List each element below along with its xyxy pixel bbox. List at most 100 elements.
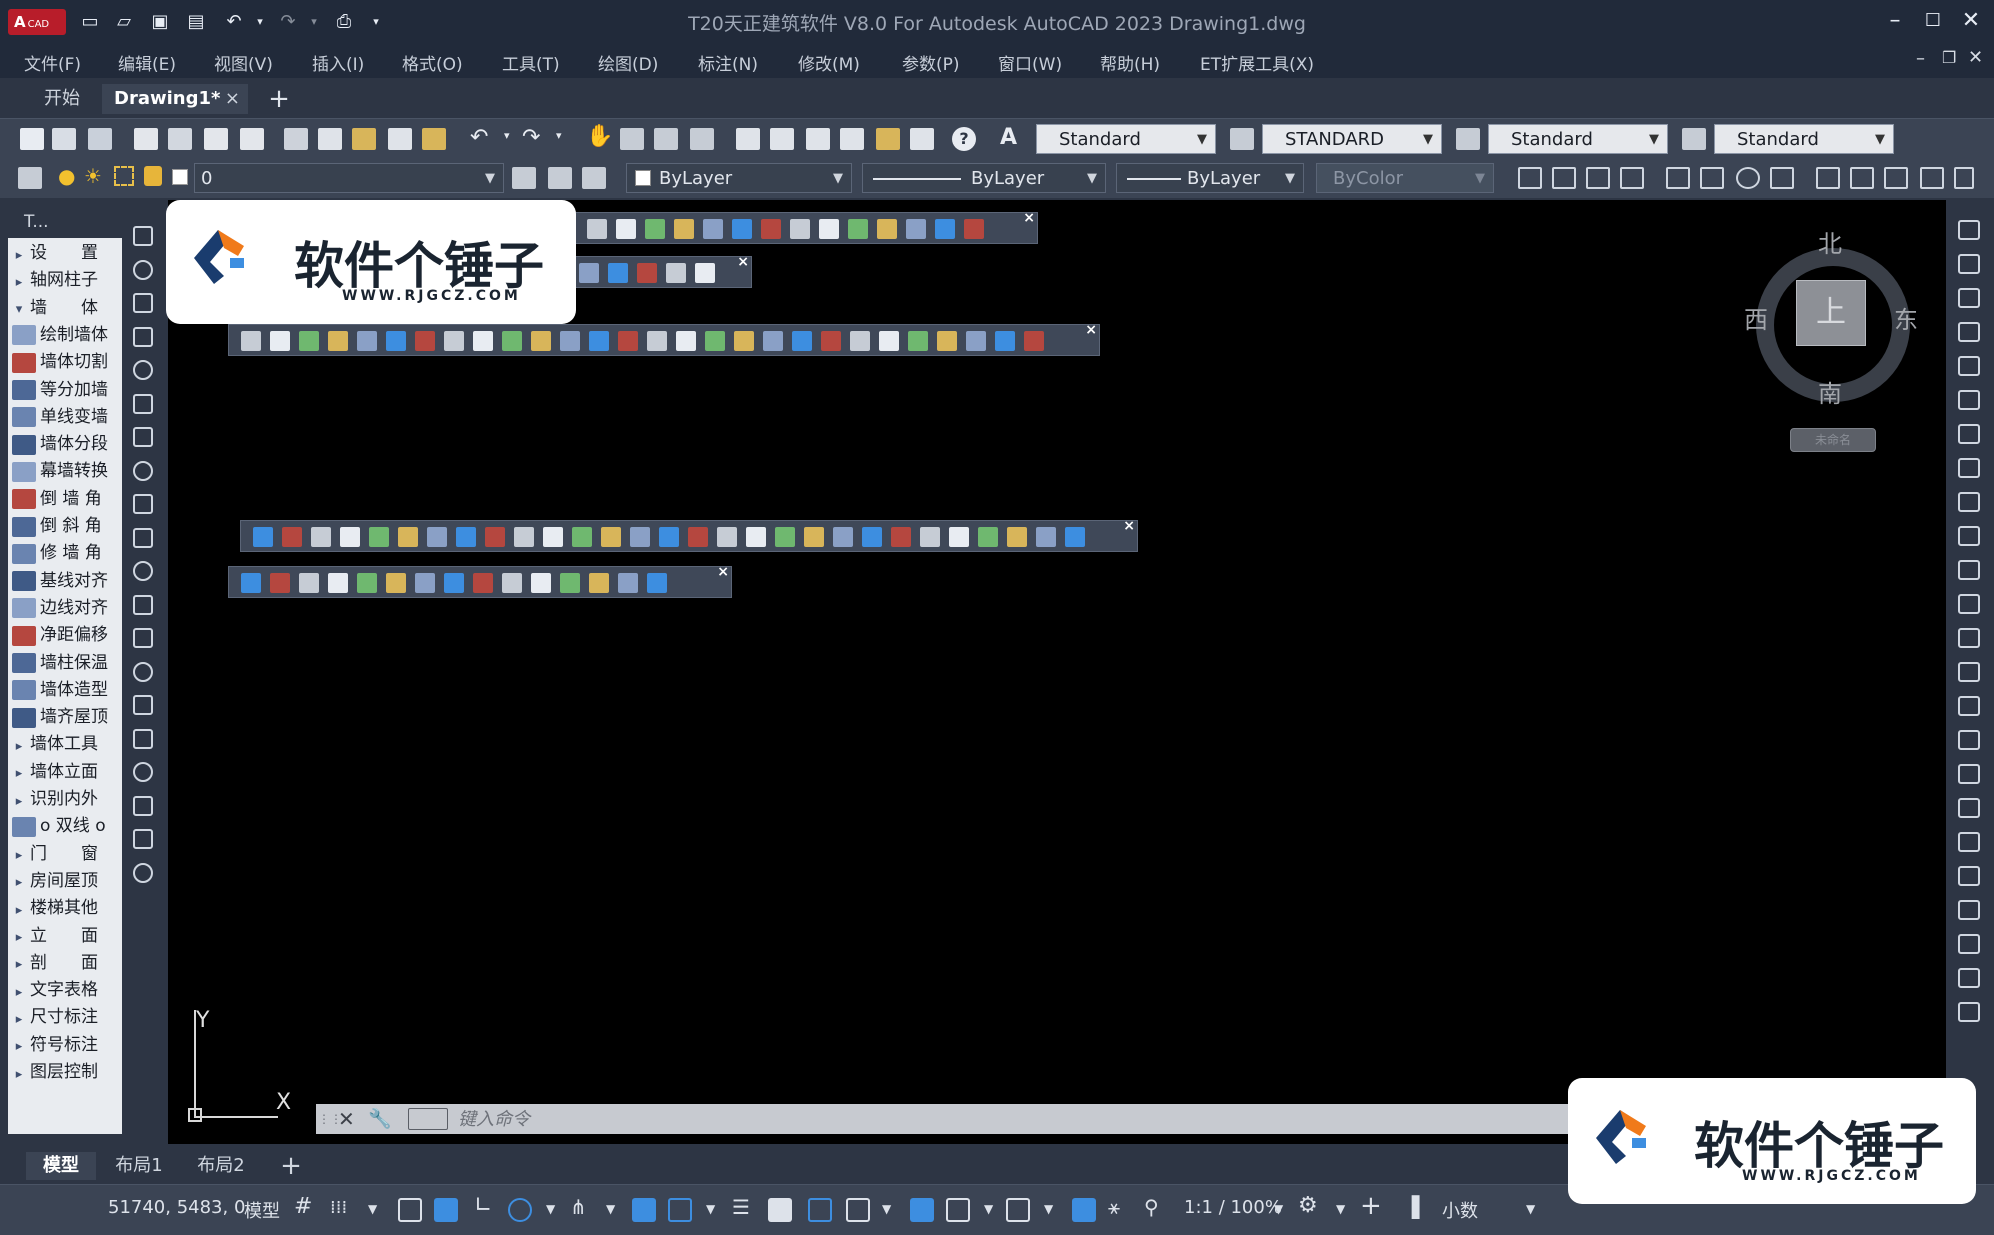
- undo-dropdown-icon[interactable]: ▾: [248, 10, 272, 34]
- filter-dropdown-icon[interactable]: ▼: [984, 1202, 993, 1216]
- toolbar-close-icon[interactable]: ×: [1085, 322, 1097, 338]
- dim-diameter-icon[interactable]: [1736, 167, 1760, 189]
- tarch-tool-icon[interactable]: [1007, 527, 1027, 547]
- tarch-tool-icon[interactable]: [966, 331, 986, 351]
- tarch-tool-icon[interactable]: [253, 527, 273, 547]
- menu-help[interactable]: 帮助(H): [1100, 50, 1160, 75]
- palette-item[interactable]: 绘制墙体: [8, 322, 122, 349]
- tarch-tool-icon[interactable]: [761, 219, 781, 239]
- dim-break-icon[interactable]: [1954, 167, 1974, 189]
- tarch-tool-icon[interactable]: [328, 573, 348, 593]
- table-style-select[interactable]: Standard ▼: [1488, 124, 1668, 154]
- eTransmit-icon[interactable]: [240, 128, 264, 150]
- tarch-tool-icon[interactable]: [850, 331, 870, 351]
- dim-ordinate-icon[interactable]: [1620, 167, 1644, 189]
- tarch-tool-icon[interactable]: [862, 527, 882, 547]
- tarch-tool-icon[interactable]: [241, 573, 261, 593]
- snap-dropdown-icon[interactable]: ▼: [368, 1202, 377, 1216]
- palette-item[interactable]: 倒 墙 角: [8, 486, 122, 513]
- palette-item[interactable]: ▸ 立 面: [8, 923, 122, 950]
- toolbar-close-icon[interactable]: ×: [1023, 210, 1035, 226]
- tarch-tool-icon[interactable]: [676, 331, 696, 351]
- markup-icon[interactable]: [876, 128, 900, 150]
- tarch-tool-icon[interactable]: [645, 219, 665, 239]
- plotstyle-select[interactable]: ByColor ▼: [1316, 163, 1494, 193]
- pan-icon[interactable]: ✋: [586, 124, 613, 149]
- tarch-tool-icon[interactable]: [270, 331, 290, 351]
- tarch-tool-icon[interactable]: [705, 331, 725, 351]
- command-recent-icon[interactable]: [408, 1108, 448, 1130]
- coordinates-readout[interactable]: 51740, 5483, 0: [108, 1197, 245, 1218]
- palette-item[interactable]: 墙齐屋顶: [8, 704, 122, 731]
- ortho-icon[interactable]: ∟: [474, 1193, 492, 1218]
- ellipse-icon[interactable]: [133, 527, 153, 548]
- close-icon[interactable]: ✕: [1956, 6, 1986, 36]
- rectangle-icon[interactable]: [133, 360, 153, 380]
- join-icon[interactable]: [1958, 662, 1980, 682]
- tarch-tool-icon[interactable]: [502, 331, 522, 351]
- new-file-icon[interactable]: ▭: [78, 10, 102, 34]
- insert-block-icon[interactable]: [133, 594, 153, 615]
- app-logo[interactable]: A CAD: [8, 9, 66, 35]
- isodraft-dropdown-icon[interactable]: ▼: [606, 1202, 615, 1216]
- model-space-toggle[interactable]: 模型: [244, 1197, 280, 1223]
- palette-item[interactable]: 等分加墙: [8, 377, 122, 404]
- ellipse-arc-icon[interactable]: [133, 561, 153, 581]
- toolbar-close-icon[interactable]: ×: [717, 564, 729, 580]
- viewcube-top-face[interactable]: 上: [1796, 280, 1866, 346]
- doc-restore-icon[interactable]: ❐: [1942, 48, 1956, 67]
- undo-list-icon[interactable]: ▾: [504, 129, 510, 142]
- redo-list-icon[interactable]: ▾: [556, 129, 562, 142]
- customize-qat-icon[interactable]: ▾: [364, 10, 388, 34]
- tab-drawing1[interactable]: Drawing1* ×: [102, 84, 248, 114]
- tarch-tool-icon[interactable]: [415, 573, 435, 593]
- make-block-icon[interactable]: [133, 628, 153, 648]
- save-icon[interactable]: ▣: [148, 10, 172, 34]
- minimize-icon[interactable]: –: [1880, 6, 1910, 36]
- palette-item[interactable]: o 双线 o: [8, 813, 122, 840]
- tarch-tool-icon[interactable]: [427, 527, 447, 547]
- tarch-tool-icon[interactable]: [299, 331, 319, 351]
- tarch-tool-icon[interactable]: [560, 573, 580, 593]
- palette-item[interactable]: ▸ 图层控制: [8, 1059, 122, 1086]
- tarch-tool-icon[interactable]: [543, 527, 563, 547]
- new-icon[interactable]: [20, 128, 44, 150]
- command-close-icon[interactable]: ✕: [338, 1104, 356, 1134]
- selection-filter-icon[interactable]: [946, 1198, 970, 1222]
- layer-on-icon[interactable]: ●: [58, 164, 75, 188]
- tarch-tool-icon[interactable]: [732, 219, 752, 239]
- tarch-tool-icon[interactable]: [630, 527, 650, 547]
- open-file-icon[interactable]: ▱: [112, 10, 136, 34]
- palette-item[interactable]: ▸ 楼梯其他: [8, 895, 122, 922]
- blend-icon[interactable]: [1958, 764, 1980, 784]
- tarch-tool-icon[interactable]: [688, 527, 708, 547]
- polar-icon[interactable]: [508, 1198, 532, 1222]
- tarch-tool-icon[interactable]: [848, 219, 868, 239]
- dim-baseline-icon[interactable]: [1850, 167, 1874, 189]
- tarch-tool-icon[interactable]: [659, 527, 679, 547]
- circle-icon[interactable]: [133, 427, 153, 447]
- object-snap-icon[interactable]: [668, 1198, 692, 1222]
- trim-icon[interactable]: [1958, 526, 1980, 546]
- fillet-icon[interactable]: [1958, 730, 1980, 750]
- line-icon[interactable]: [133, 226, 153, 246]
- properties-icon[interactable]: [736, 128, 760, 150]
- tarch-tool-icon[interactable]: [369, 527, 389, 547]
- layer-lock-icon[interactable]: [144, 166, 162, 186]
- menu-file[interactable]: 文件(F): [24, 50, 81, 75]
- mleader-style-select[interactable]: Standard ▼: [1714, 124, 1894, 154]
- open-icon[interactable]: [52, 128, 76, 150]
- tarch-tool-icon[interactable]: [514, 527, 534, 547]
- scale-icon[interactable]: [1958, 458, 1980, 478]
- preview-icon[interactable]: [168, 128, 192, 150]
- palette-item[interactable]: 倒 斜 角: [8, 513, 122, 540]
- workspace-dropdown-icon[interactable]: ▼: [1336, 1202, 1345, 1216]
- erase-icon[interactable]: [1958, 220, 1980, 240]
- help-icon[interactable]: ?: [952, 127, 976, 151]
- layer-select[interactable]: 0 ▼: [194, 163, 504, 193]
- offset-icon[interactable]: [1958, 322, 1980, 342]
- polar-dropdown-icon[interactable]: ▼: [546, 1202, 555, 1216]
- zoom-previous-icon[interactable]: [690, 128, 714, 150]
- toolbar-close-icon[interactable]: ×: [737, 254, 749, 270]
- tarch-tool-icon[interactable]: [589, 331, 609, 351]
